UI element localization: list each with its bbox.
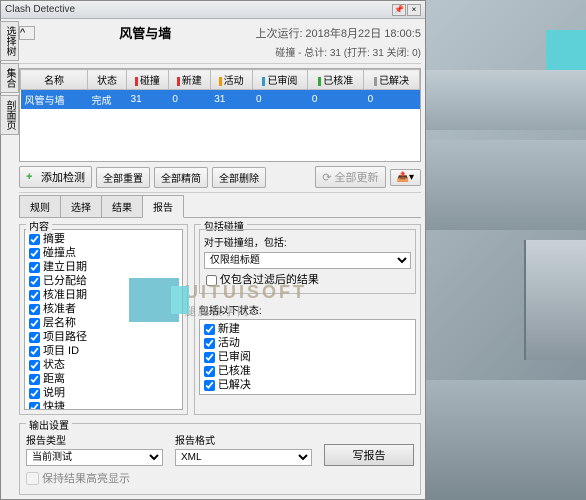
table-row[interactable]: 风管与墙完成31 0310 00 [21, 90, 420, 110]
content-item[interactable]: 碰撞点 [27, 246, 180, 260]
clash-stats: 碰撞 - 总计: 31 (打开: 31 关闭: 0) [19, 44, 421, 59]
update-all-button[interactable]: ⟳全部更新 [315, 166, 385, 188]
tests-table: 名称状态碰撞新建活动已审阅已核准已解决 风管与墙完成31 0310 00 [19, 68, 421, 162]
export-button[interactable]: 📤▾ [390, 169, 421, 186]
tab-report[interactable]: 报告 [142, 195, 184, 218]
state-item[interactable]: 已审阅 [202, 350, 413, 364]
content-item[interactable]: 距离 [27, 372, 180, 386]
tab-strip: 规则 选择 结果 报告 [19, 195, 421, 218]
toolbar: +添加检测 全部重置 全部精简 全部删除 ⟳全部更新 📤▾ [19, 162, 421, 193]
content-item[interactable]: 状态 [27, 358, 180, 372]
add-test-button[interactable]: +添加检测 [19, 166, 92, 188]
group-include-section: 对于碰撞组，包括: 仅限组标题 仅包含过滤后的结果 [199, 229, 416, 294]
side-tab-selection-tree[interactable]: 选择树 [0, 21, 19, 61]
side-tabs: 选择树 集合 剖面页 [0, 21, 16, 137]
test-name: 风管与墙 [119, 23, 171, 42]
column-header[interactable]: 名称 [21, 70, 88, 90]
tab-select[interactable]: 选择 [60, 195, 102, 217]
close-button[interactable]: × [407, 4, 421, 16]
content-item[interactable]: 项目路径 [27, 330, 180, 344]
column-header[interactable]: 碰撞 [127, 70, 169, 90]
reset-all-button[interactable]: 全部重置 [96, 167, 150, 188]
content-item[interactable]: 已分配给 [27, 274, 180, 288]
content-item[interactable]: 建立日期 [27, 260, 180, 274]
only-filtered-checkbox[interactable] [206, 275, 217, 286]
window-title: Clash Detective [5, 4, 391, 15]
content-item[interactable]: 快捷 [27, 400, 180, 410]
report-format-select[interactable]: XML [175, 449, 312, 466]
column-header[interactable]: 已核准 [308, 70, 364, 90]
column-header[interactable]: 活动 [210, 70, 252, 90]
state-checklist[interactable]: 新建活动已审阅已核准已解决 [199, 319, 416, 395]
content-checklist[interactable]: 摘要碰撞点建立日期已分配给核准日期核准者层名称项目路径项目 ID状态距离说明快捷… [24, 229, 183, 410]
content-item[interactable]: 项目 ID [27, 344, 180, 358]
state-item[interactable]: 活动 [202, 336, 413, 350]
report-type-label: 报告类型 [26, 432, 163, 447]
side-tab-section[interactable]: 剖面页 [0, 95, 19, 135]
side-tab-sets[interactable]: 集合 [0, 63, 19, 93]
content-item[interactable]: 层名称 [27, 316, 180, 330]
tab-results[interactable]: 结果 [101, 195, 143, 217]
test-header: ^ 风管与墙 上次运行: 2018年8月22日 18:00:5 碰撞 - 总计:… [19, 19, 421, 64]
title-bar: Clash Detective 📌 × [1, 1, 425, 19]
report-type-select[interactable]: 当前测试 [26, 449, 163, 466]
content-item[interactable]: 核准者 [27, 302, 180, 316]
include-fieldset: 包括碰撞 对于碰撞组，包括: 仅限组标题 仅包含过滤后的结果 包括以下状态: 新… [194, 224, 421, 415]
report-format-label: 报告格式 [175, 432, 312, 447]
state-item[interactable]: 新建 [202, 322, 413, 336]
write-report-button[interactable]: 写报告 [324, 444, 414, 466]
last-run-info: 上次运行: 2018年8月22日 18:00:5 [256, 25, 421, 41]
tab-rules[interactable]: 规则 [19, 195, 61, 217]
condense-all-button[interactable]: 全部精简 [154, 167, 208, 188]
pin-button[interactable]: 📌 [392, 4, 406, 16]
content-item[interactable]: 核准日期 [27, 288, 180, 302]
output-settings: 输出设置 报告类型 当前测试 报告格式 XML 写报告 保持结果高亮显示 [19, 423, 421, 495]
content-item[interactable]: 说明 [27, 386, 180, 400]
group-include-select[interactable]: 仅限组标题 [204, 252, 411, 269]
state-item[interactable]: 已解决 [202, 378, 413, 392]
expand-button[interactable]: ^ [19, 26, 35, 40]
column-header[interactable]: 已解决 [364, 70, 420, 90]
viewport-3d[interactable] [426, 0, 586, 500]
delete-all-button[interactable]: 全部删除 [212, 167, 266, 188]
state-item[interactable]: 已核准 [202, 364, 413, 378]
content-fieldset: 内容 摘要碰撞点建立日期已分配给核准日期核准者层名称项目路径项目 ID状态距离说… [19, 224, 188, 415]
clash-detective-panel: Clash Detective 📌 × 选择树 集合 剖面页 ^ 风管与墙 上次… [0, 0, 426, 500]
keep-highlight-checkbox [26, 472, 39, 485]
column-header[interactable]: 状态 [87, 70, 126, 90]
column-header[interactable]: 已审阅 [252, 70, 308, 90]
column-header[interactable]: 新建 [168, 70, 210, 90]
content-item[interactable]: 摘要 [27, 232, 180, 246]
